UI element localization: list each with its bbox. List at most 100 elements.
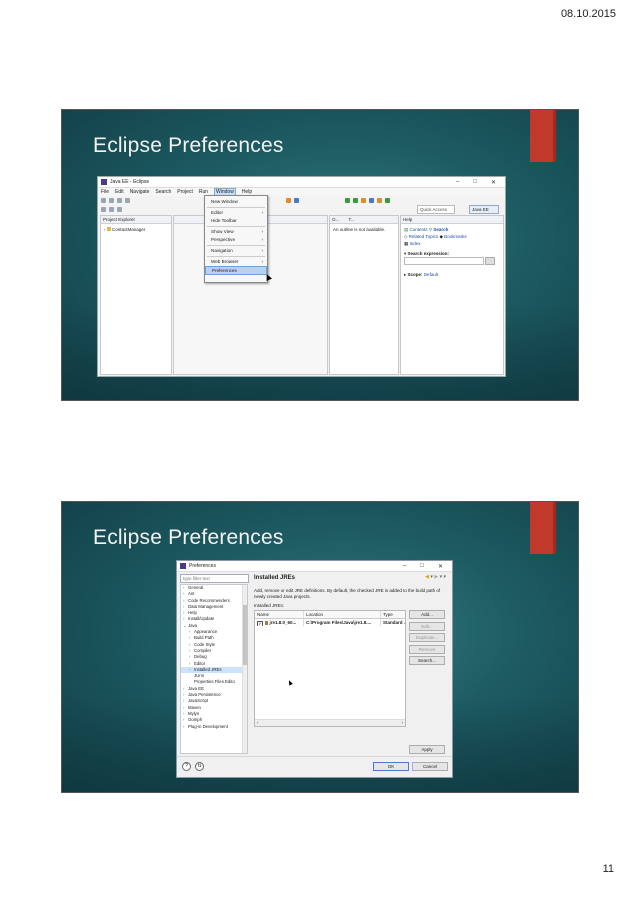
server-icon[interactable] (125, 198, 130, 203)
menu-file[interactable]: File (101, 189, 109, 195)
tool-icon[interactable] (294, 198, 299, 203)
cancel-button[interactable]: Cancel (412, 762, 448, 771)
expand-icon[interactable]: › (104, 227, 106, 232)
menu-item-perspective[interactable]: Perspective › (205, 236, 267, 244)
outline-tab[interactable]: O... (332, 217, 339, 222)
scroll-right-icon[interactable]: › (402, 720, 406, 726)
eclipse-window: Java EE - Eclipse – □ ✕ File Edit Naviga… (97, 176, 506, 377)
filter-input[interactable]: type filter text (180, 574, 249, 583)
ok-button[interactable]: OK (373, 762, 409, 771)
project-explorer-tab[interactable]: Project Explorer (101, 216, 171, 224)
bookmarks-icon: ◆ (439, 234, 443, 239)
edit-button[interactable]: Edit... (409, 621, 445, 631)
view-menu-icon[interactable]: ▾ (443, 574, 446, 580)
help-icon[interactable]: ? (182, 762, 191, 771)
preferences-dialog: Preferences – □ ✕ type filter text › Gene… (176, 560, 453, 778)
eclipse-app-icon (101, 179, 107, 185)
duplicate-button[interactable]: Duplicate... (409, 633, 445, 642)
expand-icon[interactable]: ▸ (404, 272, 406, 277)
menu-project[interactable]: Project (177, 189, 193, 195)
open-type-icon[interactable] (377, 198, 382, 203)
add-button[interactable]: Add... (409, 610, 445, 619)
table-horizontal-scrollbar[interactable]: ‹ › (255, 719, 405, 726)
task-list-tab[interactable]: T... (349, 217, 355, 222)
apply-button[interactable]: Apply (409, 745, 445, 754)
slide-accent-tab (530, 110, 556, 162)
index-link[interactable]: Index (410, 241, 421, 246)
jre-icon (265, 621, 269, 625)
new-class-icon[interactable] (369, 198, 374, 203)
table-row[interactable]: ✓ jre1.8.0_60... C:\Program Files\Java\j… (255, 619, 405, 626)
menu-separator (207, 245, 265, 246)
search-icon[interactable] (385, 198, 390, 203)
scope-default-link[interactable]: Default (424, 272, 438, 277)
column-type[interactable]: Type (380, 611, 405, 618)
menu-item-preferences[interactable]: Preferences (205, 266, 267, 275)
import-export-icon[interactable]: ⇅ (195, 762, 204, 771)
close-icon[interactable]: ✕ (491, 179, 496, 186)
slide-2: Eclipse Preferences Preferences – □ ✕ ty… (62, 502, 578, 792)
nav-icon[interactable] (117, 207, 122, 212)
run-icon[interactable] (353, 198, 358, 203)
menu-item-editor[interactable]: Editor › (205, 209, 267, 217)
back-icon[interactable]: ◀ (425, 574, 429, 580)
tree-item[interactable]: › Plug-in Development (181, 724, 247, 730)
quick-access-input[interactable]: Quick Access (417, 205, 455, 214)
help-tab[interactable]: Help (401, 216, 503, 224)
collapse-icon[interactable]: ▾ (404, 251, 406, 256)
print-icon[interactable] (117, 198, 122, 203)
menu-item-navigation[interactable]: Navigation › (205, 247, 267, 255)
menu-search[interactable]: Search (155, 189, 171, 195)
menu-item-new-window[interactable]: New Window (205, 198, 267, 206)
help-search-link[interactable]: Search (433, 227, 448, 232)
scroll-left-icon[interactable]: ‹ (255, 720, 259, 725)
search-expression-label: Search expression: (407, 251, 450, 256)
tree-item-contactmanager[interactable]: ContactManager (112, 227, 145, 232)
scope-label: Scope: (407, 272, 423, 277)
jre-buttons: Add... Edit... Duplicate... Remove Searc… (409, 610, 445, 668)
dropdown-icon[interactable]: ▾ (430, 574, 433, 580)
nav-back-icon[interactable] (101, 207, 106, 212)
go-button[interactable] (485, 257, 496, 265)
column-location[interactable]: Location (303, 611, 380, 618)
remove-button[interactable]: Remove (409, 644, 445, 654)
maximize-icon[interactable]: □ (473, 179, 477, 186)
search-expression-input[interactable] (404, 257, 484, 265)
tree-scrollbar-thumb[interactable] (243, 605, 247, 665)
menu-navigate[interactable]: Navigate (130, 189, 150, 195)
minimize-icon[interactable]: – (456, 179, 459, 186)
column-name[interactable]: Name (255, 611, 303, 618)
debug-icon[interactable] (345, 198, 350, 203)
related-topics-link[interactable]: Related Topics (409, 234, 438, 239)
tree-item-label: Maven (188, 704, 201, 710)
help-pane: Help ▤ Contents ⚲ Search ◇ Related Topic… (400, 215, 504, 375)
search-button[interactable]: Search... (409, 656, 445, 665)
save-icon[interactable] (109, 198, 114, 203)
nav-forward-icon[interactable] (109, 207, 114, 212)
menu-item-hide-toolbar[interactable]: Hide Toolbar (205, 217, 267, 225)
perspective-java-ee-button[interactable]: Java EE (469, 205, 499, 214)
installed-jres-label: Installed JREs: (254, 603, 285, 608)
menu-item-web-browser[interactable]: Web Browser › (205, 258, 267, 266)
help-contents-link[interactable]: Contents (410, 227, 428, 232)
external-tools-icon[interactable] (361, 198, 366, 203)
menu-edit[interactable]: Edit (115, 189, 124, 195)
menu-separator (207, 256, 265, 257)
tree-item-label: Java EE (188, 685, 205, 691)
dropdown-icon[interactable]: ▾ (440, 574, 443, 580)
slide-accent-tab (530, 502, 556, 554)
maximize-icon[interactable]: □ (420, 563, 424, 570)
submenu-arrow-icon: › (261, 229, 263, 234)
new-icon[interactable] (101, 198, 106, 203)
forward-icon[interactable]: ▶ (434, 574, 438, 580)
tree-item-label: Debug (194, 654, 207, 660)
close-icon[interactable]: ✕ (438, 563, 443, 570)
bookmarks-link[interactable]: Bookmarks (444, 234, 467, 239)
menu-separator (207, 207, 265, 208)
tree-scrollbar[interactable] (242, 585, 247, 753)
menu-item-show-view[interactable]: Show View › (205, 228, 267, 236)
minimize-icon[interactable]: – (403, 563, 406, 570)
tree-item-label: Install/Update (188, 616, 215, 622)
tool-icon[interactable] (286, 198, 291, 203)
checkbox[interactable]: ✓ (257, 621, 263, 626)
